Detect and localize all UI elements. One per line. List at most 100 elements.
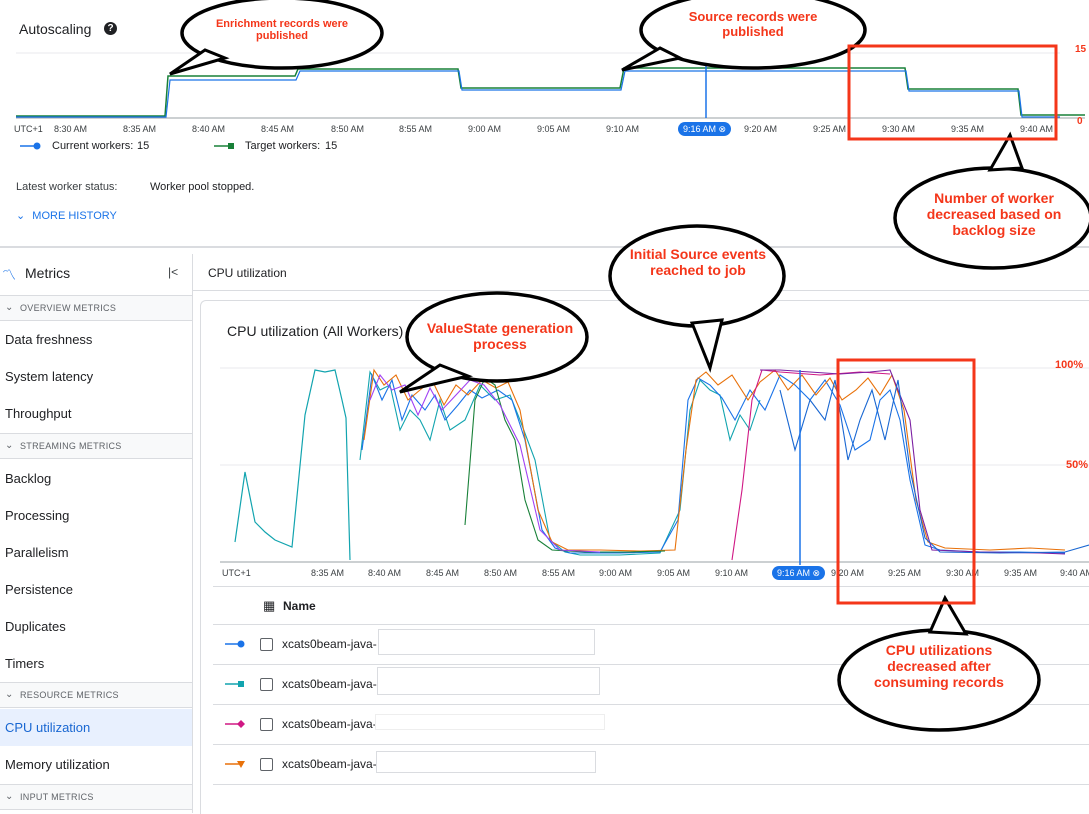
help-icon[interactable]: ? [104, 22, 117, 35]
section-heading: OVERVIEW METRICS [20, 303, 117, 313]
row-checkbox[interactable] [260, 718, 273, 731]
sidebar-item-backlog[interactable]: Backlog [0, 460, 192, 497]
timezone-label: UTC+1 [14, 124, 43, 134]
sidebar-item-persistence[interactable]: Persistence [0, 571, 192, 608]
cursor-time-label: 9:16 AM [683, 124, 717, 134]
cursor-time-label: 9:16 AM [777, 568, 811, 578]
y-max-label: 15 [1075, 44, 1087, 55]
timezone-label: UTC+1 [222, 568, 251, 578]
sidebar-item-system-latency[interactable]: System latency [0, 358, 192, 395]
chevron-down-icon: ⌄ [5, 791, 14, 802]
select-columns-icon[interactable]: ▦ [263, 598, 275, 614]
x-tick: 9:35 AM [951, 124, 985, 134]
chevron-down-icon: ⌄ [16, 210, 26, 222]
name-column-header[interactable]: Name [283, 599, 316, 613]
section-heading: STREAMING METRICS [20, 441, 122, 451]
target-workers-line [16, 67, 1085, 117]
series-marker-diamond-icon [225, 720, 245, 728]
time-cursor-pill[interactable]: 9:16 AM ⊗ [772, 566, 826, 580]
autoscaling-chart [16, 52, 1085, 119]
cpu-chart [220, 367, 1089, 565]
table-row[interactable]: xcats0beam-java- [213, 745, 1089, 785]
sidebar-title: Metrics [25, 265, 71, 281]
section-header-overview[interactable]: ⌄ OVERVIEW METRICS [0, 295, 192, 321]
series-marker-circle-icon [225, 640, 245, 648]
x-tick: 9:00 AM [468, 124, 502, 134]
section-heading: INPUT METRICS [20, 792, 94, 802]
x-tick: 8:35 AM [123, 124, 157, 134]
redacted-field [376, 751, 596, 773]
chevron-down-icon: ⌄ [5, 302, 14, 313]
x-tick: 9:25 AM [888, 568, 922, 578]
series-marker-square-icon [225, 681, 244, 687]
x-tick: 8:30 AM [54, 124, 88, 134]
section-divider [0, 246, 1089, 248]
x-tick: 9:35 AM [1004, 568, 1038, 578]
y-label-50: 50% [1066, 459, 1089, 471]
sidebar-item-duplicates[interactable]: Duplicates [0, 608, 192, 645]
more-history-label: MORE HISTORY [32, 210, 117, 222]
x-tick: 8:50 AM [484, 568, 518, 578]
x-tick: 9:00 AM [599, 568, 633, 578]
callout-initial: Initial Source events reached to job [629, 246, 767, 278]
more-history-button[interactable]: ⌄ MORE HISTORY [16, 209, 117, 222]
callout-enrichment: Enrichment records were published [215, 18, 349, 42]
x-tick: 9:10 AM [715, 568, 749, 578]
x-tick: 9:25 AM [813, 124, 847, 134]
callout-workers: Number of worker decreased based on back… [926, 190, 1062, 238]
callout-cpu: CPU utilizations decreased after consumi… [874, 642, 1004, 690]
sidebar-item-processing[interactable]: Processing [0, 497, 192, 534]
collapse-sidebar-icon[interactable]: |< [168, 265, 178, 279]
chart-title: CPU utilization (All Workers) [227, 323, 404, 339]
sidebar-item-cpu-utilization[interactable]: CPU utilization [0, 709, 192, 746]
x-tick: 9:30 AM [882, 124, 916, 134]
worker-status-label: Latest worker status: [16, 181, 118, 193]
redacted-field [378, 629, 595, 655]
table-row[interactable]: xcats0beam-java- [213, 705, 1089, 745]
current-workers-line [16, 70, 1060, 118]
y-label-100: 100% [1055, 359, 1084, 371]
section-heading: RESOURCE METRICS [20, 690, 119, 700]
x-tick: 8:50 AM [331, 124, 365, 134]
time-cursor-pill[interactable]: 9:16 AM ⊗ [678, 122, 732, 136]
section-header-input[interactable]: ⌄ INPUT METRICS [0, 784, 192, 810]
target-workers-marker-icon [214, 143, 234, 149]
sidebar-item-parallelism[interactable]: Parallelism [0, 534, 192, 571]
y-min-label: 0 [1077, 116, 1083, 127]
section-header-resource[interactable]: ⌄ RESOURCE METRICS [0, 682, 192, 708]
sidebar-item-data-freshness[interactable]: Data freshness [0, 321, 192, 358]
worker-name: xcats0beam-java- [282, 717, 377, 731]
row-checkbox[interactable] [260, 638, 273, 651]
legend-target-value: 15 [325, 140, 338, 152]
table-top-divider [213, 586, 1089, 587]
x-tick: 8:45 AM [261, 124, 295, 134]
x-tick: 9:30 AM [946, 568, 980, 578]
metrics-chart-icon: 〽 [2, 267, 16, 283]
autoscaling-title: Autoscaling [19, 21, 92, 37]
header-divider [193, 290, 1089, 291]
x-tick: 8:40 AM [368, 568, 402, 578]
row-checkbox[interactable] [260, 678, 273, 691]
callout-valuestate: ValueState generation process [426, 320, 574, 352]
x-tick: 8:40 AM [192, 124, 226, 134]
x-tick: 8:55 AM [542, 568, 576, 578]
legend-current-value: 15 [137, 140, 150, 152]
x-tick: 8:35 AM [311, 568, 345, 578]
chevron-down-icon: ⌄ [5, 440, 14, 451]
sidebar-item-throughput[interactable]: Throughput [0, 395, 192, 432]
x-tick: 9:05 AM [537, 124, 571, 134]
section-header-streaming[interactable]: ⌄ STREAMING METRICS [0, 433, 192, 459]
worker-status-value: Worker pool stopped. [150, 181, 255, 193]
page-title: CPU utilization [208, 266, 287, 280]
legend-current-label: Current workers: [52, 140, 134, 152]
redacted-field [375, 714, 605, 730]
x-tick: 8:55 AM [399, 124, 433, 134]
legend-target-label: Target workers: [245, 140, 321, 152]
sidebar-item-timers[interactable]: Timers [0, 645, 192, 682]
sidebar-item-memory-utilization[interactable]: Memory utilization [0, 746, 192, 783]
worker-name: xcats0beam-java- [282, 637, 377, 651]
row-checkbox[interactable] [260, 758, 273, 771]
worker-name: xcats0beam-java- [282, 677, 377, 691]
x-tick: 9:20 AM [744, 124, 778, 134]
current-workers-marker-icon [20, 142, 41, 150]
